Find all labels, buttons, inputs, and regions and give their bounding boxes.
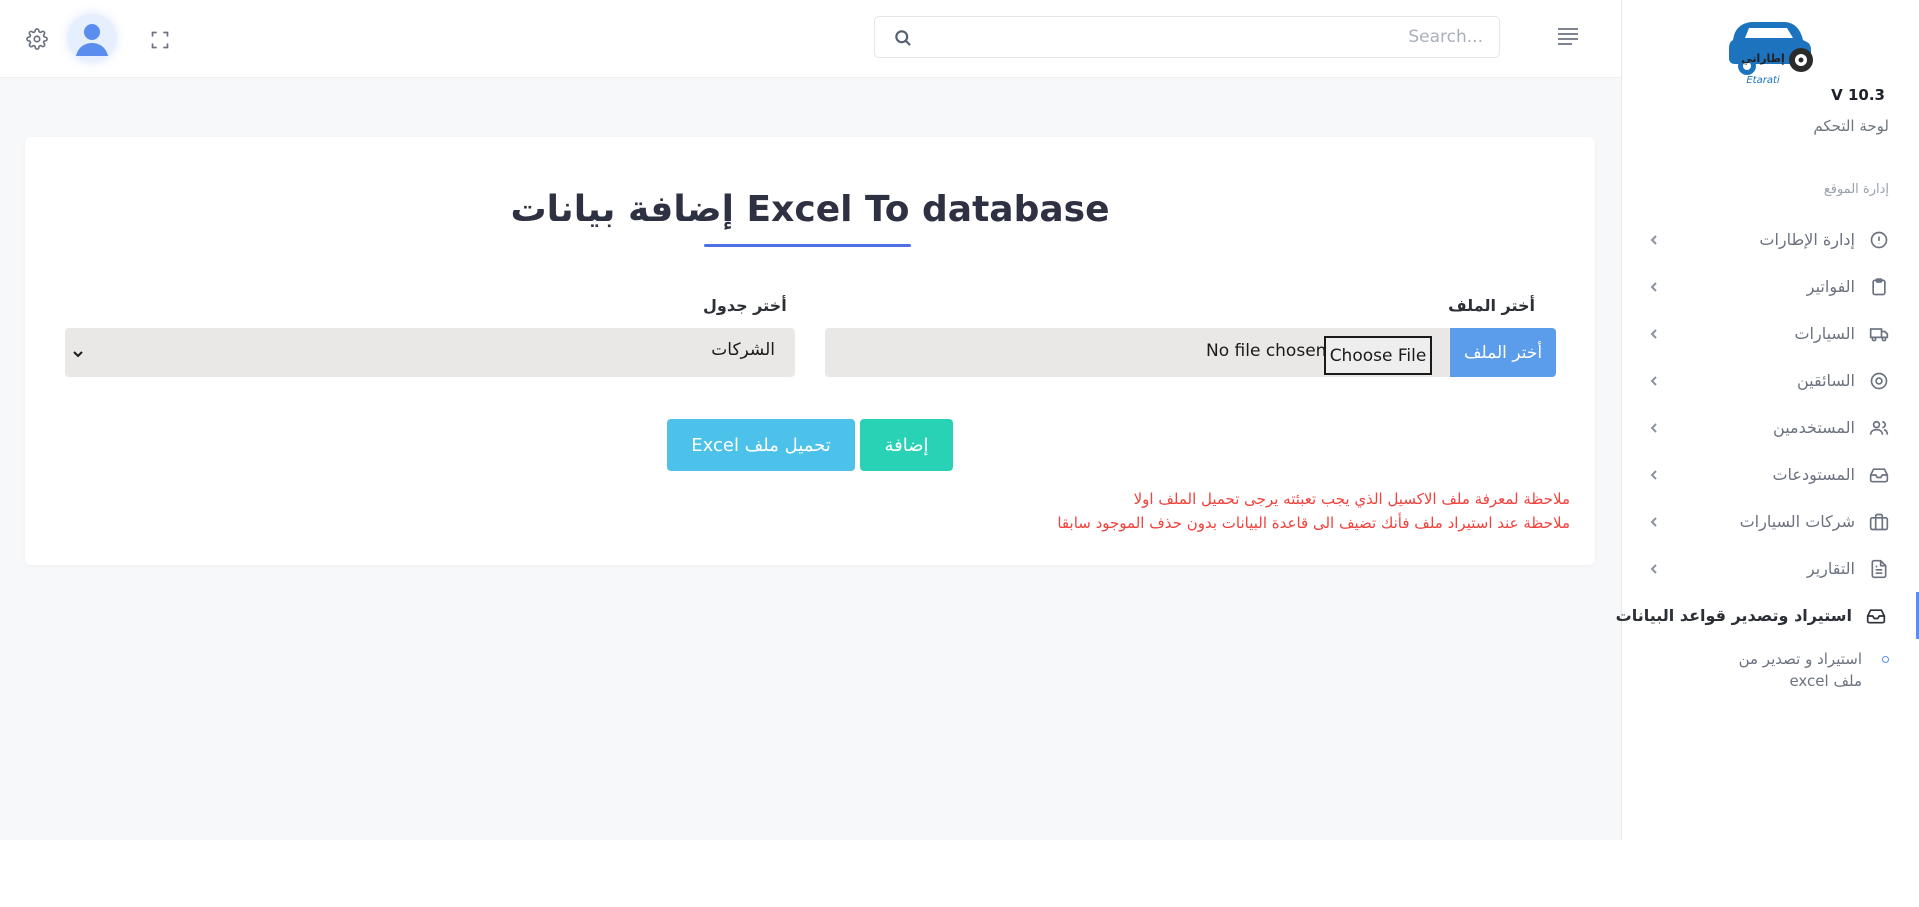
sidebar-item-drivers[interactable]: السائقين xyxy=(1621,357,1919,404)
sidebar-menu: إدارة الإطارات الفواتير السيارات السائقي… xyxy=(1616,216,1919,639)
top-navbar xyxy=(0,0,1621,78)
chevron-left-icon xyxy=(1647,327,1661,341)
sidebar-subitem-excel[interactable]: استيراد و تصدير من ملف excel xyxy=(1669,648,1889,692)
sidebar-item-label: شركات السيارات xyxy=(1739,512,1855,531)
clipboard-icon xyxy=(1869,277,1889,297)
gear-icon[interactable] xyxy=(26,28,48,50)
table-label: أختر جدول xyxy=(703,296,787,315)
target-icon xyxy=(1869,371,1889,391)
sidebar-item-car-companies[interactable]: شركات السيارات xyxy=(1621,498,1919,545)
sidebar-item-warehouses[interactable]: المستودعات xyxy=(1621,451,1919,498)
version-label: V 10.3 xyxy=(1831,86,1885,104)
chevron-left-icon xyxy=(1647,233,1661,247)
note-text: ملاحظة عند استيراد ملف فأنك تضيف الى قاع… xyxy=(1057,514,1570,532)
search-input[interactable] xyxy=(875,17,1499,57)
chevron-left-icon xyxy=(1647,374,1661,388)
sidebar-item-users[interactable]: المستخدمين xyxy=(1621,404,1919,451)
sidebar-item-label: الفواتير xyxy=(1806,277,1855,296)
sidebar-item-label: المستخدمين xyxy=(1773,418,1855,437)
search-bar xyxy=(874,16,1500,58)
sidebar-section-title: إدارة الموقع xyxy=(1823,182,1889,197)
note-text: ملاحظة لمعرفة ملف الاكسيل الذي يجب تعبئت… xyxy=(1133,490,1570,508)
chevron-left-icon xyxy=(1647,280,1661,294)
inbox-icon xyxy=(1866,606,1886,626)
users-icon xyxy=(1869,418,1889,438)
file-text-icon xyxy=(1869,559,1889,579)
fullscreen-icon[interactable] xyxy=(150,30,170,50)
briefcase-icon xyxy=(1869,512,1889,532)
import-card: إضافة بيانات Excel To database أختر المل… xyxy=(25,137,1595,565)
sidebar-item-label: السيارات xyxy=(1794,324,1855,343)
logo[interactable]: إطاراتي Etarati xyxy=(1723,10,1823,88)
inbox-icon xyxy=(1869,465,1889,485)
search-icon[interactable] xyxy=(893,28,913,48)
truck-icon xyxy=(1869,324,1889,344)
chevron-left-icon xyxy=(1647,515,1661,529)
chevron-down-icon xyxy=(71,346,85,360)
no-file-text: No file chosen xyxy=(1206,341,1327,361)
logo-caption: Etarati xyxy=(1746,75,1780,86)
file-select-button[interactable]: أختر الملف xyxy=(1450,328,1556,377)
sidebar-item-invoices[interactable]: الفواتير xyxy=(1621,263,1919,310)
file-input[interactable]: No file chosen Choose File أختر الملف xyxy=(825,328,1556,377)
sidebar-item-tires[interactable]: إدارة الإطارات xyxy=(1621,216,1919,263)
sidebar-item-label: التقارير xyxy=(1806,559,1855,578)
chevron-left-icon xyxy=(1647,421,1661,435)
alert-circle-icon xyxy=(1869,230,1889,250)
sidebar-item-cars[interactable]: السيارات xyxy=(1621,310,1919,357)
sidebar-item-reports[interactable]: التقارير xyxy=(1621,545,1919,592)
logo-arabic: إطاراتي xyxy=(1741,52,1785,65)
sidebar-item-label: استيراد وتصدير قواعد البيانات xyxy=(1615,606,1852,625)
page-bottom xyxy=(0,840,1919,907)
sidebar: إطاراتي Etarati V 10.3 لوحة التحكم إدارة… xyxy=(1616,0,1919,840)
menu-toggle-icon[interactable] xyxy=(1556,26,1580,46)
add-button[interactable]: إضافة xyxy=(860,419,953,471)
sidebar-item-label: السائقين xyxy=(1796,371,1855,390)
sidebar-item-label: المستودعات xyxy=(1772,465,1855,484)
sidebar-item-label: إدارة الإطارات xyxy=(1759,230,1855,249)
chevron-left-icon xyxy=(1647,468,1661,482)
circle-icon xyxy=(1882,656,1889,663)
avatar[interactable] xyxy=(68,14,116,62)
sidebar-subitem-label: استيراد و تصدير من ملف excel xyxy=(1738,650,1862,690)
sidebar-item-dashboard[interactable]: لوحة التحكم xyxy=(1813,117,1889,135)
file-label: أختر الملف xyxy=(1448,296,1535,315)
page-title: إضافة بيانات Excel To database xyxy=(510,189,1110,230)
table-select[interactable]: الشركات xyxy=(65,328,795,377)
title-underline xyxy=(704,244,911,247)
chevron-left-icon xyxy=(1647,562,1661,576)
choose-file-button[interactable]: Choose File xyxy=(1324,336,1432,375)
table-select-value: الشركات xyxy=(711,340,775,360)
download-excel-button[interactable]: تحميل ملف Excel xyxy=(667,419,855,471)
sidebar-item-import-export[interactable]: استيراد وتصدير قواعد البيانات xyxy=(1616,592,1919,639)
main-content: إضافة بيانات Excel To database أختر المل… xyxy=(0,78,1621,840)
